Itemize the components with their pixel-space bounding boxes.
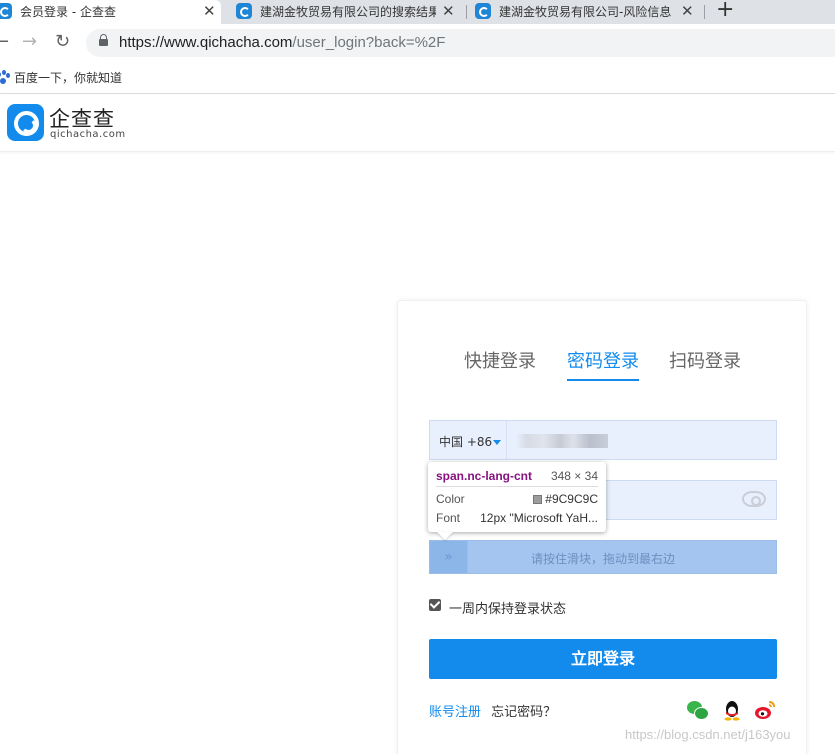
watermark: https://blog.csdn.net/j163you <box>625 727 791 742</box>
tooltip-divider <box>436 486 598 487</box>
logo-domain: qichacha.com <box>50 129 126 140</box>
new-tab-button[interactable]: + <box>716 0 734 22</box>
tooltip-selector: span.nc-lang-cnt <box>436 469 533 483</box>
close-tab-icon[interactable]: ✕ <box>681 0 694 22</box>
chevron-down-icon[interactable] <box>493 440 501 445</box>
browser-toolbar: ← → ↻ https://www.qichacha.com/user_logi… <box>0 24 835 62</box>
qichacha-logo-icon[interactable] <box>7 104 44 141</box>
baidu-paw-icon <box>0 70 10 84</box>
close-tab-icon[interactable]: ✕ <box>442 0 455 22</box>
url-path: /user_login?back=%2F <box>292 34 446 51</box>
address-bar[interactable]: https://www.qichacha.com/user_login?back… <box>86 29 835 57</box>
register-link[interactable]: 账号注册 <box>429 705 481 720</box>
tab-password-login[interactable]: 密码登录 <box>567 347 639 373</box>
tab-quick-login[interactable]: 快捷登录 <box>464 347 536 373</box>
tab-title: 会员登录 - 企查查 <box>20 5 116 19</box>
tab-separator <box>466 5 467 19</box>
color-hex: #9C9C9C <box>545 492 598 506</box>
eye-icon[interactable] <box>742 491 766 507</box>
back-arrow-icon[interactable]: ← <box>0 32 9 52</box>
weibo-icon[interactable] <box>754 699 776 721</box>
phone-input[interactable]: 中国 +86 <box>429 420 777 460</box>
qichacha-favicon-icon <box>0 3 12 19</box>
tooltip-font-label: Font <box>436 511 461 525</box>
reload-icon[interactable]: ↻ <box>55 32 70 52</box>
remember-checkbox[interactable] <box>429 599 441 611</box>
tooltip-dimensions: 348 × 34 <box>550 469 598 483</box>
browser-tab-strip: 会员登录 - 企查查 ✕ 建湖金牧贸易有限公司的搜索结果 ✕ 建湖金牧贸易有限公… <box>0 0 835 24</box>
wechat-icon[interactable] <box>687 699 709 721</box>
url-text: https://www.qichacha.com/user_login?back… <box>119 34 445 51</box>
devtools-inspect-tooltip: span.nc-lang-cnt 348 × 34 Color #9C9C9C … <box>428 462 606 532</box>
tab-title: 建湖金牧贸易有限公司-风险信息 <box>499 5 672 19</box>
site-header: 企查查 qichacha.com <box>0 95 835 152</box>
login-links: 账号注册 忘记密码？ <box>429 701 556 720</box>
forward-arrow-icon[interactable]: → <box>22 32 37 52</box>
lock-icon <box>99 34 108 46</box>
slider-captcha[interactable]: » 请按住滑块，拖动到最右边 <box>429 540 777 574</box>
tab-risk-info[interactable]: 建湖金牧贸易有限公司-风险信息 ✕ <box>471 0 699 24</box>
tooltip-color-value: #9C9C9C <box>533 492 598 506</box>
slider-hint-text: 请按住滑块，拖动到最右边 <box>530 552 675 566</box>
tab-title: 建湖金牧贸易有限公司的搜索结果 <box>260 5 436 19</box>
qq-icon[interactable] <box>721 699 743 721</box>
color-swatch <box>533 495 543 504</box>
bookmark-baidu[interactable]: 百度一下，你就知道 <box>14 69 122 86</box>
country-code-select[interactable]: 中国 +86 <box>439 433 492 450</box>
qichacha-favicon-icon <box>475 3 491 19</box>
login-button[interactable]: 立即登录 <box>429 639 777 679</box>
tab-search-results[interactable]: 建湖金牧贸易有限公司的搜索结果 ✕ <box>232 0 460 24</box>
input-divider <box>506 421 507 459</box>
url-host: https://www.qichacha.com <box>119 34 293 51</box>
bookmarks-bar: 百度一下，你就知道 <box>0 62 835 94</box>
qichacha-favicon-icon <box>236 3 252 19</box>
tab-separator <box>704 5 705 19</box>
remember-label[interactable]: 一周内保持登录状态 <box>449 598 566 617</box>
tab-active[interactable]: 会员登录 - 企查查 ✕ <box>0 0 221 24</box>
tooltip-color-label: Color <box>436 492 465 506</box>
active-tab-underline <box>567 379 639 381</box>
close-tab-icon[interactable]: ✕ <box>203 0 216 22</box>
forgot-password-link[interactable]: 忘记密码？ <box>491 705 556 720</box>
tooltip-font-value: 12px "Microsoft YaH... <box>480 511 598 525</box>
masked-phone-number <box>516 434 608 448</box>
tab-qr-login[interactable]: 扫码登录 <box>669 347 741 373</box>
